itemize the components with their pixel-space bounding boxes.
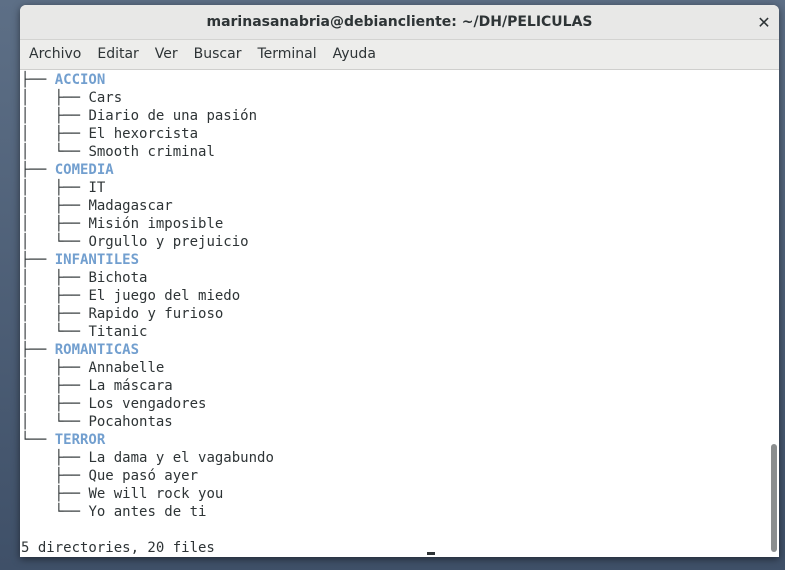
tree-file: │ └── Pocahontas xyxy=(21,413,173,431)
file-name: El juego del miedo xyxy=(88,288,241,304)
tree-file: │ ├── El juego del miedo xyxy=(21,287,240,305)
tree-branch: └── xyxy=(21,504,89,520)
file-name: Titanic xyxy=(88,324,148,340)
directory-name: ACCION xyxy=(54,72,106,88)
file-name: Orgullo y prejuicio xyxy=(88,234,249,250)
tree-branch: │ └── xyxy=(21,414,89,430)
tree-branch: │ ├── xyxy=(21,126,89,142)
file-name: Cars xyxy=(88,90,123,106)
directory-name: ROMANTICAS xyxy=(54,342,140,358)
tree-branch: │ ├── xyxy=(21,378,89,394)
file-name: Pocahontas xyxy=(88,414,173,430)
terminal-output[interactable]: 5 directories, 20 files ├── ACCION │ ├── … xyxy=(20,70,768,557)
tree-branch: │ ├── xyxy=(21,396,89,412)
menu-bar: Archivo Editar Ver Buscar Terminal Ayuda xyxy=(20,40,779,70)
terminal-window: marinasanabria@debiancliente: ~/DH/PELIC… xyxy=(20,5,779,557)
file-name: IT xyxy=(88,180,106,196)
directory-name: INFANTILES xyxy=(54,252,140,268)
tree-file: └── Yo antes de ti xyxy=(21,503,207,521)
summary-line: 5 directories, 20 files xyxy=(21,540,215,556)
directory-name: TERROR xyxy=(54,432,106,448)
directory-name: COMEDIA xyxy=(54,162,114,178)
file-name: El hexorcista xyxy=(88,126,199,142)
tree-file: ├── We will rock you xyxy=(21,485,224,503)
tree-branch: │ └── xyxy=(21,144,89,160)
scrollbar-thumb[interactable] xyxy=(771,444,777,552)
tree-file: │ ├── El hexorcista xyxy=(21,125,198,143)
tree-directory: └── TERROR xyxy=(21,431,105,449)
scrollbar[interactable] xyxy=(768,70,779,557)
title-bar[interactable]: marinasanabria@debiancliente: ~/DH/PELIC… xyxy=(20,5,779,40)
tree-branch: │ ├── xyxy=(21,180,89,196)
text-cursor xyxy=(427,552,435,555)
tree-file: │ ├── Bichota xyxy=(21,269,147,287)
file-name: Diario de una pasión xyxy=(88,108,258,124)
tree-branch: │ ├── xyxy=(21,360,89,376)
tree-directory: ├── INFANTILES xyxy=(21,251,139,269)
tree-branch: │ ├── xyxy=(21,198,89,214)
file-name: Misión imposible xyxy=(88,216,224,232)
tree-branch: │ ├── xyxy=(21,288,89,304)
tree-branch: ├── xyxy=(21,342,55,358)
menu-ver[interactable]: Ver xyxy=(147,40,186,69)
tree-file: ├── Que pasó ayer xyxy=(21,467,198,485)
tree-branch: ├── xyxy=(21,72,55,88)
tree-file: │ ├── Diario de una pasión xyxy=(21,107,257,125)
tree-branch: ├── xyxy=(21,468,89,484)
menu-archivo[interactable]: Archivo xyxy=(20,40,89,69)
file-name: La dama y el vagabundo xyxy=(88,450,274,466)
tree-branch: │ ├── xyxy=(21,306,89,322)
file-name: Que pasó ayer xyxy=(88,468,199,484)
file-name: Rapido y furioso xyxy=(88,306,224,322)
file-name: Yo antes de ti xyxy=(88,504,207,520)
tree-branch: ├── xyxy=(21,450,89,466)
tree-branch: ├── xyxy=(21,486,89,502)
tree-branch: │ ├── xyxy=(21,270,89,286)
tree-branch: │ ├── xyxy=(21,216,89,232)
tree-file: │ ├── Madagascar xyxy=(21,197,173,215)
menu-terminal[interactable]: Terminal xyxy=(249,40,324,69)
tree-file: │ └── Smooth criminal xyxy=(21,143,215,161)
file-name: La máscara xyxy=(88,378,173,394)
tree-file: │ └── Titanic xyxy=(21,323,147,341)
tree-file: │ ├── Rapido y furioso xyxy=(21,305,223,323)
tree-branch: │ └── xyxy=(21,324,89,340)
tree-file: │ ├── IT xyxy=(21,179,105,197)
tree-branch: │ └── xyxy=(21,234,89,250)
tree-file: │ ├── Annabelle xyxy=(21,359,164,377)
tree-directory: ├── COMEDIA xyxy=(21,161,114,179)
file-name: Madagascar xyxy=(88,198,173,214)
file-name: Los vengadores xyxy=(88,396,207,412)
tree-directory: ├── ROMANTICAS xyxy=(21,341,139,359)
tree-file: ├── La dama y el vagabundo xyxy=(21,449,274,467)
tree-branch: │ ├── xyxy=(21,108,89,124)
window-title: marinasanabria@debiancliente: ~/DH/PELIC… xyxy=(206,14,593,30)
tree-branch: ├── xyxy=(21,162,55,178)
menu-buscar[interactable]: Buscar xyxy=(186,40,250,69)
tree-file: │ └── Orgullo y prejuicio xyxy=(21,233,249,251)
tree-file: │ ├── Cars xyxy=(21,89,122,107)
file-name: Bichota xyxy=(88,270,148,286)
tree-file: │ ├── Los vengadores xyxy=(21,395,206,413)
file-name: We will rock you xyxy=(88,486,224,502)
close-icon[interactable]: ✕ xyxy=(753,11,775,33)
file-name: Smooth criminal xyxy=(88,144,215,160)
tree-branch: │ ├── xyxy=(21,90,89,106)
tree-file: │ ├── Misión imposible xyxy=(21,215,223,233)
tree-branch: ├── xyxy=(21,252,55,268)
tree-directory: ├── ACCION xyxy=(21,71,105,89)
menu-ayuda[interactable]: Ayuda xyxy=(325,40,384,69)
tree-file: │ ├── La máscara xyxy=(21,377,173,395)
file-name: Annabelle xyxy=(88,360,165,376)
tree-branch: └── xyxy=(21,432,55,448)
menu-editar[interactable]: Editar xyxy=(89,40,146,69)
